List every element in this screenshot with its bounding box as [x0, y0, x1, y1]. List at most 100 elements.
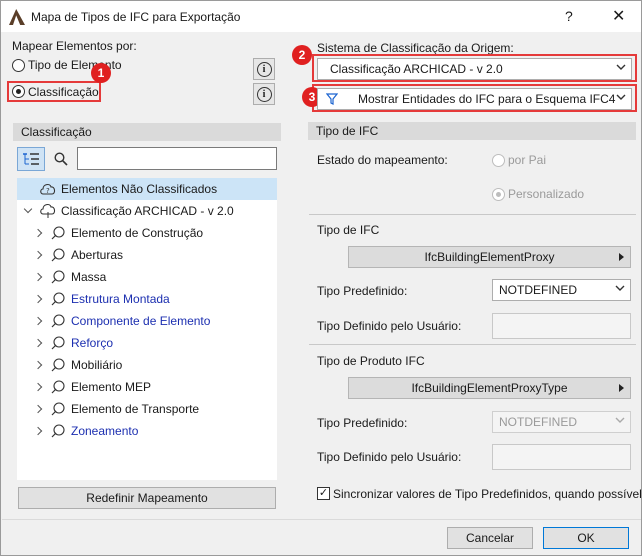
- filter-icon: [326, 93, 338, 105]
- product-predefined-type-label: Tipo Predefinido:: [317, 416, 408, 430]
- tree-item-archicad-classification[interactable]: Classificação ARCHICAD - v 2.0: [17, 200, 277, 222]
- ifc-type-header: Tipo de IFC: [308, 122, 636, 140]
- tree-item-label: Elemento de Transporte: [71, 402, 200, 416]
- ifc-type-label: Tipo de IFC: [317, 223, 380, 237]
- ifc-schema-filter-select[interactable]: Mostrar Entidades do IFC para o Esquema …: [317, 88, 632, 110]
- search-icon[interactable]: [54, 152, 68, 166]
- chevron-right-icon[interactable]: [33, 316, 43, 326]
- chevron-down-icon: [615, 285, 625, 291]
- user-defined-type-input[interactable]: [492, 313, 631, 339]
- cancel-button[interactable]: Cancelar: [447, 527, 533, 549]
- ok-button[interactable]: OK: [543, 527, 629, 549]
- info-button-classification[interactable]: i: [253, 83, 275, 105]
- cloud-tree-icon: [40, 204, 56, 218]
- tree-view-toggle[interactable]: [17, 147, 45, 171]
- radio-classification[interactable]: [12, 85, 25, 98]
- tree-item-assembled-structure[interactable]: Estrutura Montada: [17, 288, 277, 310]
- tree-item-mass[interactable]: Massa: [17, 266, 277, 288]
- chevron-right-icon[interactable]: [33, 250, 43, 260]
- product-type-value: IfcBuildingElementProxyType: [411, 381, 568, 395]
- tree-item-unclassified[interactable]: ? Elementos Não Classificados: [17, 178, 277, 200]
- chevron-right-icon[interactable]: [33, 404, 43, 414]
- tree-item-transport-element[interactable]: Elemento de Transporte: [17, 398, 277, 420]
- help-button[interactable]: ?: [565, 8, 573, 24]
- product-user-defined-type-input[interactable]: [492, 444, 631, 470]
- chevron-right-icon[interactable]: [33, 294, 43, 304]
- classification-node-icon: [51, 248, 65, 262]
- user-defined-type-label: Tipo Definido pelo Usuário:: [317, 319, 462, 333]
- radio-by-parent[interactable]: [492, 154, 505, 167]
- tree-item-furniture[interactable]: Mobiliário: [17, 354, 277, 376]
- triangle-right-icon: [619, 253, 624, 261]
- classification-header: Classificação: [13, 123, 281, 141]
- archicad-app-icon: [9, 9, 25, 25]
- product-user-defined-type-label: Tipo Definido pelo Usuário:: [317, 450, 462, 464]
- predefined-type-select[interactable]: NOTDEFINED: [492, 279, 631, 301]
- chevron-down-icon: [616, 94, 626, 100]
- product-type-label: Tipo de Produto IFC: [317, 354, 425, 368]
- radio-by-parent-label[interactable]: por Pai: [508, 153, 546, 167]
- product-type-button[interactable]: IfcBuildingElementProxyType: [348, 377, 631, 399]
- sync-predefined-label[interactable]: Sincronizar valores de Tipo Predefinidos…: [333, 487, 642, 501]
- classification-tree: ? Elementos Não Classificados Classifica…: [17, 178, 277, 480]
- chevron-right-icon[interactable]: [33, 382, 43, 392]
- source-system-value: Classificação ARCHICAD - v 2.0: [330, 62, 503, 76]
- predefined-type-value: NOTDEFINED: [499, 283, 577, 297]
- mapping-state-label: Estado do mapeamento:: [317, 153, 448, 167]
- tree-item-openings[interactable]: Aberturas: [17, 244, 277, 266]
- ifc-type-button[interactable]: IfcBuildingElementProxy: [348, 246, 631, 268]
- classification-node-icon: [51, 358, 65, 372]
- product-predefined-type-select[interactable]: NOTDEFINED: [492, 411, 631, 433]
- window-title: Mapa de Tipos de IFC para Exportação: [31, 10, 241, 24]
- tree-item-reinforcement[interactable]: Reforço: [17, 332, 277, 354]
- classification-node-icon: [51, 402, 65, 416]
- reset-mapping-button[interactable]: Redefinir Mapeamento: [18, 487, 276, 509]
- tree-item-label: Zoneamento: [71, 424, 139, 438]
- classification-node-icon: [51, 314, 65, 328]
- chevron-right-icon[interactable]: [33, 426, 43, 436]
- source-system-select[interactable]: Classificação ARCHICAD - v 2.0: [317, 58, 632, 80]
- callout-badge-2: 2: [292, 45, 312, 65]
- info-button-element-type[interactable]: i: [253, 58, 275, 80]
- divider: [309, 214, 636, 215]
- radio-classification-label[interactable]: Classificação: [28, 85, 99, 99]
- chevron-down-icon[interactable]: [23, 204, 33, 214]
- classification-node-icon: [51, 336, 65, 350]
- ifc-type-value: IfcBuildingElementProxy: [424, 250, 555, 264]
- chevron-right-icon[interactable]: [33, 228, 43, 238]
- tree-item-element-component[interactable]: Componente de Elemento: [17, 310, 277, 332]
- chevron-right-icon[interactable]: [33, 272, 43, 282]
- radio-custom[interactable]: [492, 188, 505, 201]
- product-predefined-type-value: NOTDEFINED: [499, 415, 577, 429]
- classification-node-icon: [51, 380, 65, 394]
- tree-item-label: Elemento de Construção: [71, 226, 204, 240]
- ifc-schema-filter-value: Mostrar Entidades do IFC para o Esquema …: [358, 92, 616, 106]
- tree-item-mep-element[interactable]: Elemento MEP: [17, 376, 277, 398]
- classification-node-icon: [51, 424, 65, 438]
- tree-search-input[interactable]: [77, 147, 277, 170]
- svg-text:?: ?: [46, 187, 50, 195]
- info-icon: i: [256, 61, 272, 77]
- chevron-right-icon[interactable]: [33, 338, 43, 348]
- tree-item-label: Elementos Não Classificados: [61, 182, 218, 196]
- classification-node-icon: [51, 270, 65, 284]
- radio-custom-label[interactable]: Personalizado: [508, 187, 584, 201]
- tree-item-label: Massa: [71, 270, 107, 284]
- tree-item-building-element[interactable]: Elemento de Construção: [17, 222, 277, 244]
- cloud-question-icon: ?: [40, 184, 56, 195]
- predefined-type-label: Tipo Predefinido:: [317, 284, 408, 298]
- map-by-label: Mapear Elementos por:: [12, 39, 137, 53]
- title-bar: Mapa de Tipos de IFC para Exportação ? ✕: [1, 1, 641, 32]
- tree-item-label: Estrutura Montada: [71, 292, 170, 306]
- chevron-right-icon[interactable]: [33, 360, 43, 370]
- tree-view-icon: [23, 153, 39, 165]
- tree-item-label: Aberturas: [71, 248, 124, 262]
- classification-node-icon: [51, 226, 65, 240]
- tree-item-zoning[interactable]: Zoneamento: [17, 420, 277, 442]
- close-button[interactable]: ✕: [612, 6, 625, 26]
- sync-predefined-checkbox[interactable]: ✓: [317, 487, 330, 500]
- chevron-down-icon: [615, 417, 625, 423]
- tree-item-label: Mobiliário: [71, 358, 123, 372]
- triangle-right-icon: [619, 384, 624, 392]
- radio-element-type[interactable]: [12, 59, 25, 72]
